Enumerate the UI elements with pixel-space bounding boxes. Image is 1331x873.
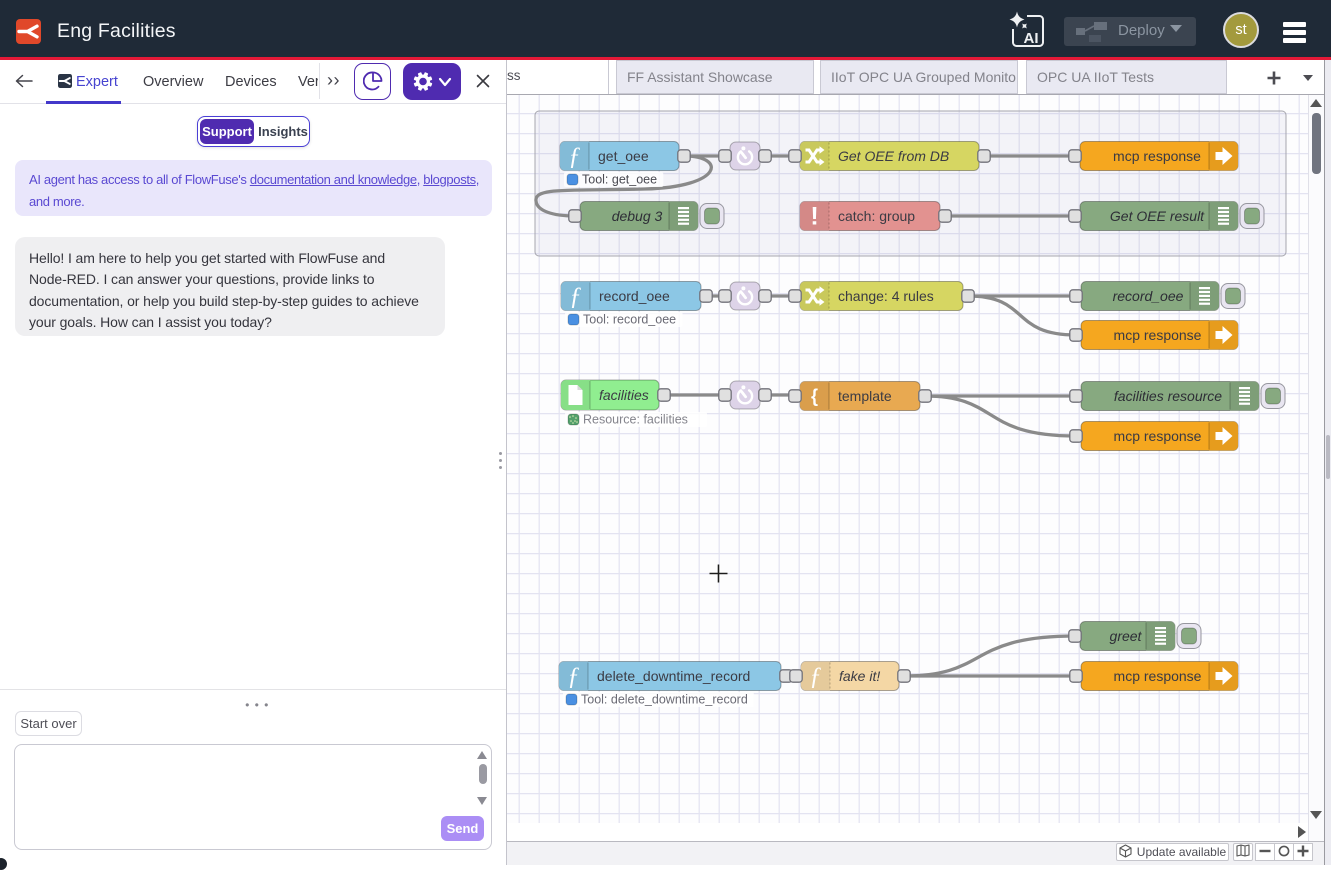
- svg-text:AI: AI: [1024, 30, 1039, 47]
- svg-text:ƒ: ƒ: [809, 663, 822, 690]
- svg-text:Get OEE from DB: Get OEE from DB: [838, 148, 949, 164]
- svg-text:Resource: facilities: Resource: facilities: [583, 413, 688, 427]
- svg-text:get_oee: get_oee: [598, 148, 649, 164]
- svg-text:catch: group: catch: group: [838, 208, 915, 224]
- svg-text:Tool: delete_downtime_record: Tool: delete_downtime_record: [581, 693, 748, 707]
- svg-text:mcp response: mcp response: [1114, 428, 1202, 444]
- svg-text:debug 3: debug 3: [612, 208, 663, 224]
- svg-text:ƒ: ƒ: [569, 283, 582, 310]
- svg-text:greet: greet: [1110, 628, 1143, 644]
- svg-text:fake it!: fake it!: [839, 668, 880, 684]
- svg-text:Tool: record_oee: Tool: record_oee: [583, 313, 676, 327]
- svg-text:facilities: facilities: [599, 387, 649, 403]
- svg-text:ƒ: ƒ: [567, 663, 580, 690]
- svg-text:mcp response: mcp response: [1114, 327, 1202, 343]
- svg-text:mcp response: mcp response: [1114, 668, 1202, 684]
- svg-text:facilities resource: facilities resource: [1114, 388, 1222, 404]
- svg-text:Tool: get_oee: Tool: get_oee: [582, 173, 657, 187]
- svg-text:record_oee: record_oee: [599, 288, 670, 304]
- svg-text:Get OEE result: Get OEE result: [1110, 208, 1205, 224]
- svg-text:mcp response: mcp response: [1113, 148, 1201, 164]
- svg-text:template: template: [838, 388, 892, 404]
- svg-text:change: 4 rules: change: 4 rules: [838, 288, 934, 304]
- svg-text:delete_downtime_record: delete_downtime_record: [597, 668, 750, 684]
- svg-text:ƒ: ƒ: [568, 143, 581, 170]
- svg-text:{: {: [811, 386, 818, 406]
- svg-text:record_oee: record_oee: [1113, 288, 1184, 304]
- svg-text:!: !: [810, 203, 818, 231]
